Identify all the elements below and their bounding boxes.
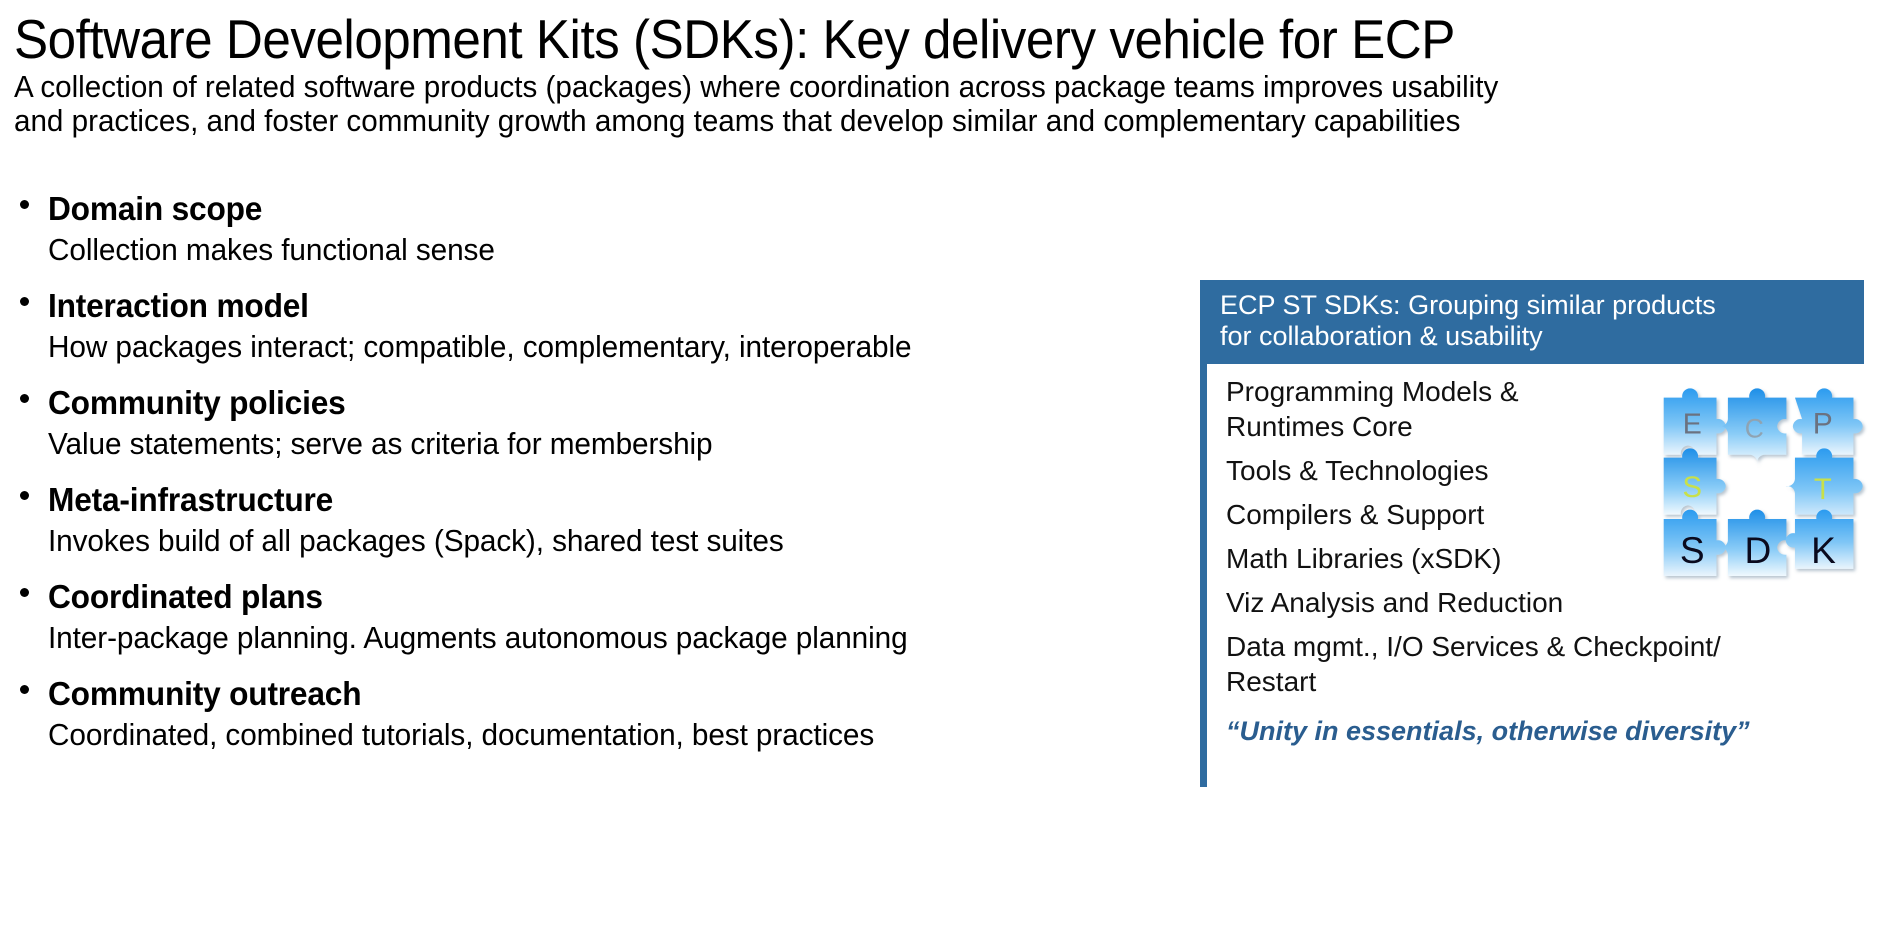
bullet-description: How packages interact; compatible, compl… — [48, 329, 912, 364]
sdk-item-line-1: Compilers & Support — [1226, 499, 1485, 530]
bullet-point-icon — [20, 200, 29, 209]
bullet-description: Coordinated, combined tutorials, documen… — [48, 717, 875, 752]
sdk-panel-header: ECP ST SDKs: Grouping similar products f… — [1200, 280, 1864, 364]
bullet-description: Invokes build of all packages (Spack), s… — [48, 523, 784, 558]
page-subtitle-line-2: and practices, and foster community grow… — [14, 103, 1461, 138]
bullet-point-icon — [20, 588, 29, 597]
sdk-item-line-1: Tools & Technologies — [1226, 455, 1489, 486]
bullet-point-icon — [20, 394, 29, 403]
list-item: Interaction model How packages interact;… — [0, 285, 990, 367]
sdk-item-line-2: Runtimes Core — [1226, 411, 1413, 442]
sdk-group-list: Programming Models & Runtimes Core Tools… — [1226, 364, 1864, 699]
sdk-item-line-2: Restart — [1226, 666, 1317, 697]
list-item: Meta-infrastructure Invokes build of all… — [0, 479, 990, 561]
page-subtitle: A collection of related software product… — [14, 70, 1781, 138]
bullet-description: Inter-package planning. Augments autonom… — [48, 620, 908, 655]
list-item: Community policies Value statements; ser… — [0, 382, 990, 464]
list-item: Programming Models & Runtimes Core — [1226, 374, 1656, 444]
bullet-title: Community policies — [48, 384, 346, 421]
list-item: Math Libraries (xSDK) — [1226, 541, 1656, 576]
sdk-panel-header-line-2: for collaboration & usability — [1220, 321, 1543, 351]
sdk-panel-header-line-1: ECP ST SDKs: Grouping similar products — [1220, 290, 1716, 320]
bullet-description: Value statements; serve as criteria for … — [48, 426, 713, 461]
bullet-title: Meta-infrastructure — [48, 481, 334, 518]
bullet-title: Coordinated plans — [48, 578, 323, 615]
sdk-panel-quote: “Unity in essentials, otherwise diversit… — [1226, 716, 1750, 746]
bullet-title: Domain scope — [48, 190, 263, 227]
bullet-title: Interaction model — [48, 287, 309, 324]
bullet-point-icon — [20, 491, 29, 500]
sdk-item-line-1: Data mgmt., I/O Services & Checkpoint/ — [1226, 631, 1721, 662]
list-item: Compilers & Support — [1226, 497, 1656, 532]
sdk-panel-accent-bar — [1200, 364, 1207, 787]
list-item: Data mgmt., I/O Services & Checkpoint/ R… — [1226, 629, 1721, 699]
list-item: Domain scope Collection makes functional… — [0, 188, 990, 270]
bullet-title: Community outreach — [48, 675, 362, 712]
bullet-point-icon — [20, 685, 29, 694]
bullet-point-icon — [20, 297, 29, 306]
page-subtitle-line-1: A collection of related software product… — [14, 69, 1499, 104]
list-item: Tools & Technologies — [1226, 453, 1656, 488]
sdk-item-line-1: Viz Analysis and Reduction — [1226, 587, 1564, 618]
sdk-item-line-1: Math Libraries (xSDK) — [1226, 543, 1502, 574]
page-title: Software Development Kits (SDKs): Key de… — [14, 8, 1455, 70]
list-item: Community outreach Coordinated, combined… — [0, 673, 990, 755]
sdk-item-line-1: Programming Models & — [1226, 376, 1519, 407]
ecp-st-sdks-panel: ECP ST SDKs: Grouping similar products f… — [1200, 280, 1864, 787]
sdk-attributes-list: Domain scope Collection makes functional… — [0, 188, 990, 770]
sdk-panel-body: E C P S T S D K Programming Models & Run… — [1200, 364, 1864, 787]
list-item: Viz Analysis and Reduction — [1226, 585, 1656, 620]
bullet-description: Collection makes functional sense — [48, 232, 495, 267]
list-item: Coordinated plans Inter-package planning… — [0, 576, 990, 658]
